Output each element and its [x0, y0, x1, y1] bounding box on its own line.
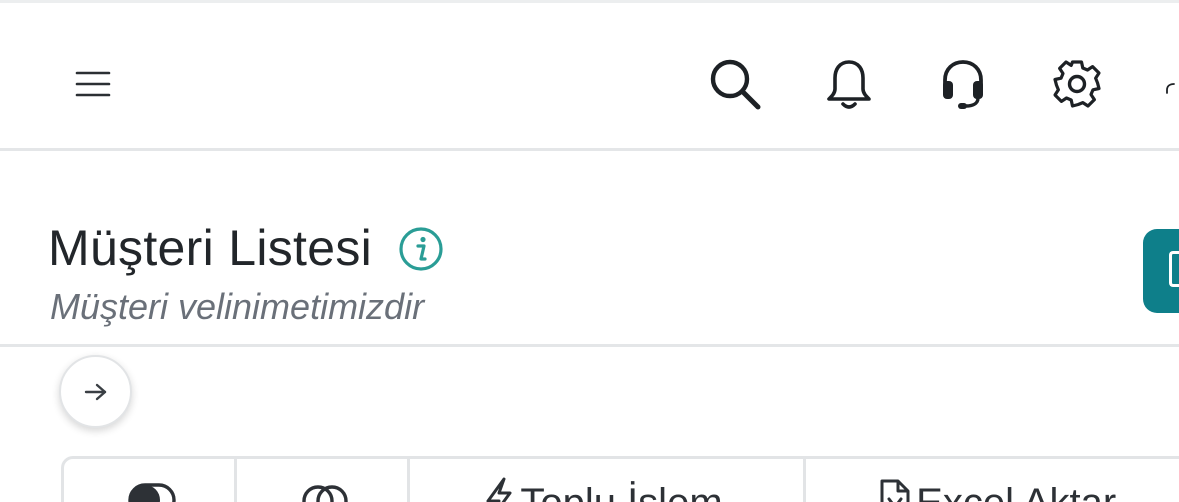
- headset-icon: [943, 60, 983, 109]
- bell-icon: [827, 60, 871, 109]
- support-button[interactable]: [931, 52, 995, 116]
- columns-icon: [301, 485, 348, 502]
- add-icon: [1169, 251, 1179, 287]
- page-subtitle: Müşteri velinimetimizdir: [50, 286, 425, 327]
- menu-button[interactable]: [61, 52, 125, 116]
- top-app-bar: [0, 3, 1179, 151]
- gear-icon: [1053, 60, 1101, 108]
- primary-action-button[interactable]: [1143, 229, 1179, 313]
- user-icon: [1166, 83, 1175, 94]
- settings-button[interactable]: [1045, 52, 1109, 116]
- expand-button[interactable]: [59, 355, 132, 428]
- bulk-action-button[interactable]: Toplu İşlem: [410, 459, 807, 502]
- page-header: Müşteri Listesi Müşteri velinimetimizdir: [0, 151, 1179, 344]
- file-export-icon: [880, 479, 910, 502]
- excel-export-button[interactable]: Excel Aktar: [806, 459, 1179, 502]
- bulk-action-label: Toplu İşlem: [520, 479, 722, 502]
- menu-icon: [75, 71, 111, 97]
- toggle-icon: [128, 483, 176, 502]
- columns-button[interactable]: [237, 459, 411, 502]
- toggle-view-button[interactable]: [64, 459, 237, 502]
- table-toolbar: Toplu İşlem Excel Aktar: [61, 456, 1179, 502]
- excel-export-label: Excel Aktar: [916, 479, 1116, 502]
- user-menu-button[interactable]: [1159, 52, 1179, 116]
- arrow-right-icon: [84, 383, 106, 400]
- lightning-icon: [486, 477, 512, 502]
- search-icon: [710, 59, 761, 110]
- page: Müşteri Listesi Müşteri velinimetimizdir: [0, 0, 1179, 502]
- notifications-button[interactable]: [817, 52, 881, 116]
- header-divider: [0, 344, 1179, 347]
- search-button[interactable]: [703, 52, 767, 116]
- page-title: Müşteri Listesi: [48, 220, 373, 276]
- title-row: Müşteri Listesi: [48, 217, 444, 279]
- info-icon[interactable]: [398, 226, 444, 272]
